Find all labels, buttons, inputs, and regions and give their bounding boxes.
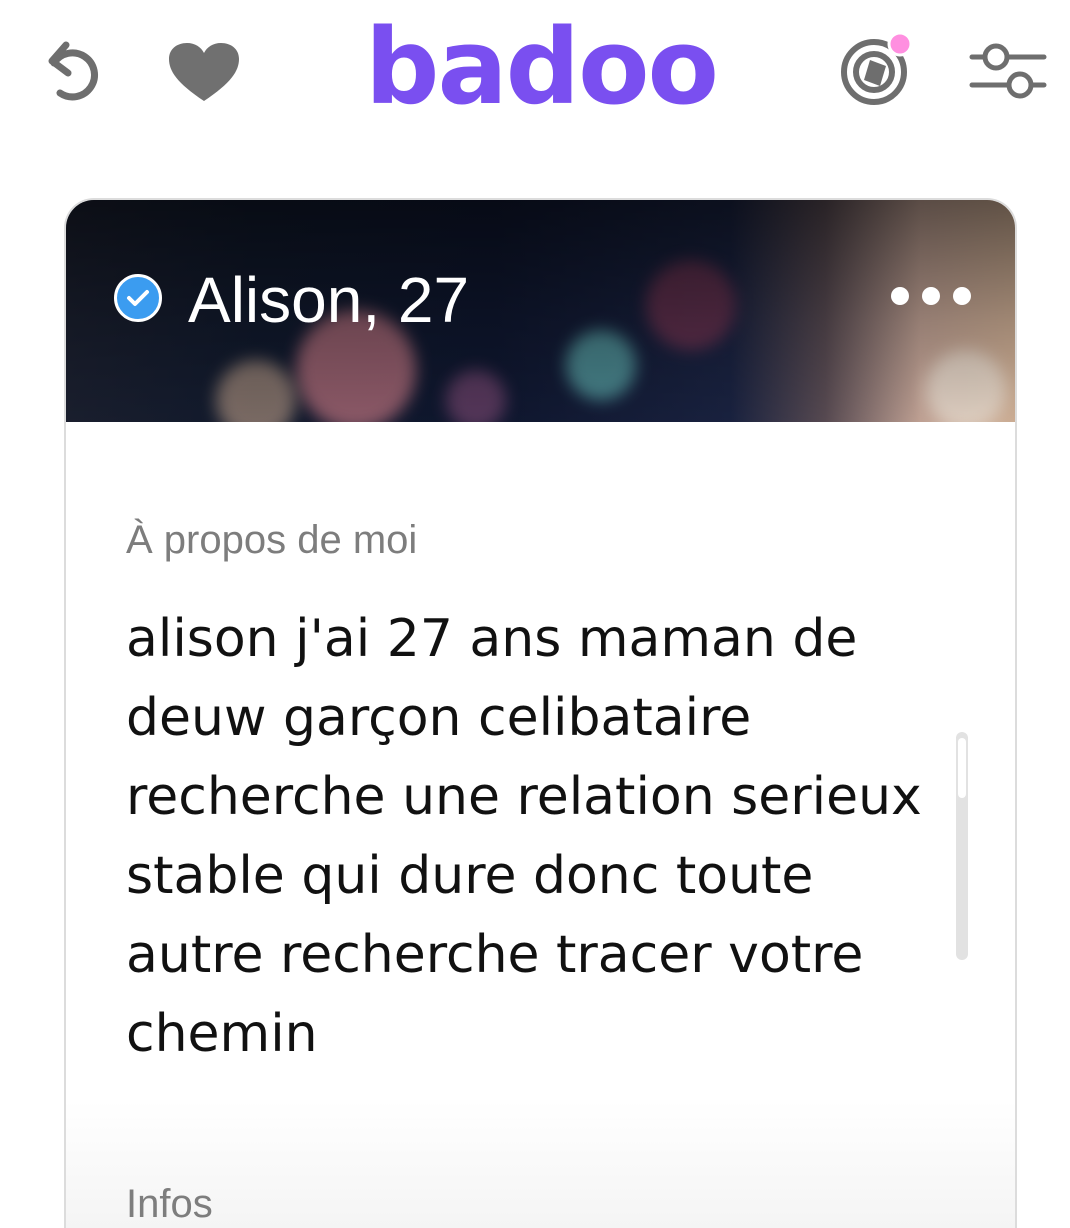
check-icon xyxy=(127,290,149,306)
verified-badge xyxy=(114,274,162,322)
spotlight-button[interactable] xyxy=(834,30,918,110)
more-options-button[interactable] xyxy=(891,278,971,314)
heart-icon xyxy=(169,43,239,101)
undo-button[interactable] xyxy=(36,34,108,106)
filter-sliders-icon xyxy=(969,43,1047,99)
scrollbar-thumb[interactable] xyxy=(958,738,966,798)
notification-dot xyxy=(887,31,913,57)
top-bar: badoo xyxy=(0,0,1070,150)
about-section-label: À propos de moi xyxy=(126,518,418,562)
profile-card[interactable]: Alison, 27 À propos de moi alison j'ai 2… xyxy=(64,198,1017,1228)
undo-icon xyxy=(48,41,98,101)
filters-button[interactable] xyxy=(966,36,1050,106)
badoo-logo: badoo xyxy=(365,6,719,128)
spotlight-icon xyxy=(841,31,913,105)
likes-button[interactable] xyxy=(164,38,244,106)
profile-name-age: Alison, 27 xyxy=(188,264,470,336)
scrollbar[interactable] xyxy=(956,732,968,960)
more-dots-icon xyxy=(891,287,909,305)
about-text: alison j'ai 27 ans maman de deuw garçon … xyxy=(126,609,922,1064)
profile-photo[interactable]: Alison, 27 xyxy=(66,200,1015,422)
infos-section-label: Infos xyxy=(126,1182,213,1226)
